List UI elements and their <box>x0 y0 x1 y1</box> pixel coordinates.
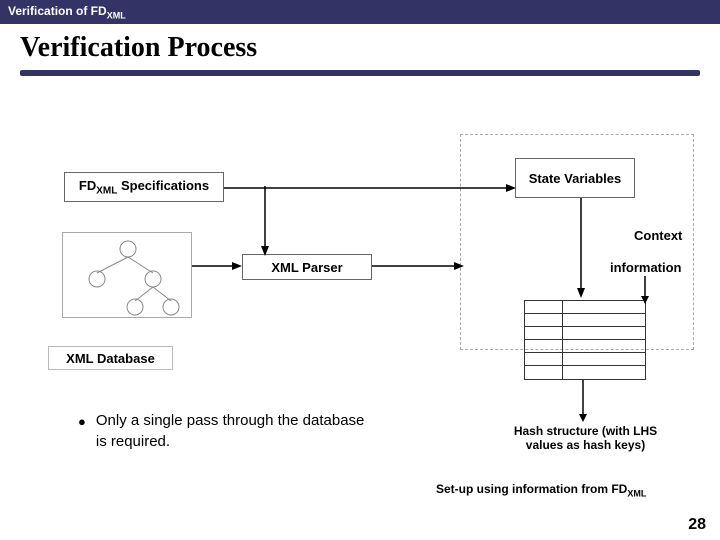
footer-note: Set-up using information from FDXML <box>436 482 646 498</box>
tree-diagram <box>62 232 192 318</box>
header-title: Verification of FDXML <box>8 4 126 18</box>
spec-label: FDXML Specifications <box>79 178 209 197</box>
xml-database-label: XML Database <box>66 351 155 366</box>
information-label: information <box>610 260 682 275</box>
arrow-state-to-hash <box>576 198 588 298</box>
hash-caption: Hash structure (with LHS values as hash … <box>478 424 693 452</box>
title-underline <box>20 70 700 76</box>
arrow-parser-to-context <box>372 262 464 272</box>
header-bar: Verification of FDXML <box>0 0 720 24</box>
context-label: Context <box>634 228 682 243</box>
bullet-text: Only a single pass through the database … <box>96 410 378 452</box>
tree-icon <box>63 233 193 319</box>
bullet-item: ● Only a single pass through the databas… <box>78 410 378 452</box>
xml-parser-box: XML Parser <box>242 254 372 280</box>
arrow-hash-to-caption <box>578 380 590 422</box>
spec-box: FDXML Specifications <box>64 172 224 202</box>
xml-database-box: XML Database <box>48 346 173 370</box>
xml-parser-label: XML Parser <box>271 260 342 275</box>
page-number: 28 <box>688 516 706 534</box>
state-variables-label: State Variables <box>529 171 622 186</box>
arrow-spec-to-parser <box>260 186 274 256</box>
arrow-info-to-hash <box>640 276 652 304</box>
arrow-tree-to-parser <box>192 262 242 272</box>
state-variables-box: State Variables <box>515 158 635 198</box>
bullet-icon: ● <box>78 414 86 429</box>
hash-structure <box>524 300 646 380</box>
slide-title: Verification Process <box>0 24 720 64</box>
